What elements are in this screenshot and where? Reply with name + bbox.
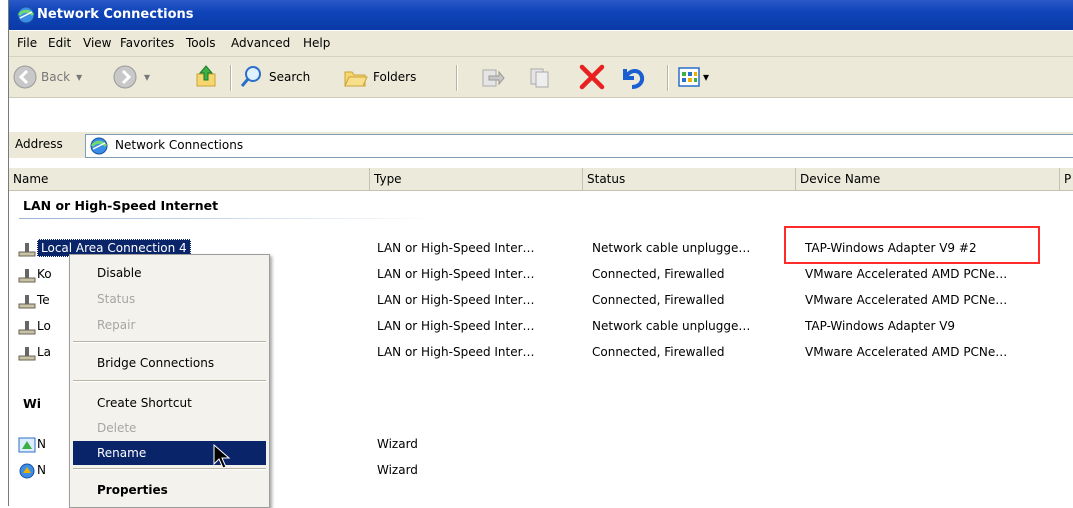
context-rename[interactable]: Rename [73,441,266,465]
back-dropdown-icon[interactable]: ▾ [76,70,82,84]
back-button[interactable]: Back ▾ [12,57,82,97]
connection-status: Connected, Firewalled [592,293,725,307]
up-folder-button[interactable] [194,57,220,97]
menu-tools[interactable]: Tools [186,36,216,50]
back-label: Back [41,70,71,84]
connection-type: LAN or High-Speed Inter… [377,267,535,281]
connection-status: Connected, Firewalled [592,345,725,359]
column-type[interactable]: Type [370,168,583,190]
wizard-name: N [37,463,46,477]
context-separator [73,380,266,382]
context-status[interactable]: Status [73,287,266,311]
menu-view[interactable]: View [83,36,111,50]
network-plug-icon [18,269,36,283]
menu-edit[interactable]: Edit [48,36,71,50]
address-bar: Address Network Connections [9,132,1073,158]
title-bar[interactable]: Network Connections [9,0,1073,30]
back-arrow-icon [13,65,37,89]
connection-name: La [37,345,52,359]
connection-device: TAP-Windows Adapter V9 [805,319,956,333]
forward-button[interactable]: ▾ [112,57,150,97]
explorer-window: Network Connections File Edit View Favor… [8,0,1073,508]
context-separator [73,468,266,470]
search-icon [240,66,261,87]
delete-x-icon [579,64,605,90]
group-title-wizard: Wi [23,396,42,411]
network-globe-icon [17,6,35,24]
folders-button[interactable]: Folders [343,57,416,97]
context-delete[interactable]: Delete [73,416,266,440]
folders-label: Folders [373,70,417,84]
menu-advanced[interactable]: Advanced [231,36,290,50]
connection-device: VMware Accelerated AMD PCNe… [805,293,1008,307]
column-name[interactable]: Name [9,168,370,190]
group-title-lan: LAN or High-Speed Internet [23,198,219,213]
address-label: Address [15,137,63,151]
menu-favorites[interactable]: Favorites [120,36,174,50]
delete-button[interactable] [578,57,606,97]
forward-dropdown-icon[interactable]: ▾ [144,70,150,84]
column-status[interactable]: Status [583,168,796,190]
context-disable[interactable]: Disable [73,261,266,285]
undo-button[interactable] [618,57,646,97]
standard-toolbar: Back ▾ ▾ Search Folders ▾ [9,57,1073,98]
context-bridge-connections[interactable]: Bridge Connections [73,351,266,375]
up-folder-icon [196,65,216,87]
network-plug-icon [18,321,36,335]
search-label: Search [269,70,311,84]
highlight-box [784,226,1040,264]
menu-bar: File Edit View Favorites Tools Advanced … [9,31,1073,57]
move-to-icon [482,69,505,87]
address-input[interactable]: Network Connections [85,134,1073,158]
connection-status: Connected, Firewalled [592,267,725,281]
window-title: Network Connections [37,7,194,22]
views-grid-icon [678,67,700,87]
undo-icon [623,69,645,89]
forward-arrow-icon [113,65,137,89]
folders-icon [344,71,368,87]
connection-device: VMware Accelerated AMD PCNe… [805,345,1008,359]
network-setup-wizard-icon [19,463,35,479]
connection-type: LAN or High-Speed Inter… [377,293,535,307]
context-repair[interactable]: Repair [73,313,266,337]
network-plug-icon [18,347,36,361]
views-dropdown-icon[interactable]: ▾ [703,70,709,84]
context-properties[interactable]: Properties [73,478,266,502]
wizard-type: Wizard [377,437,418,451]
copy-to-button[interactable] [528,57,554,97]
menu-file[interactable]: File [17,36,37,50]
connection-type: LAN or High-Speed Inter… [377,345,535,359]
connection-type: LAN or High-Speed Inter… [377,319,535,333]
wizard-name: N [37,437,46,451]
copy-to-icon [530,68,549,88]
column-phone[interactable]: P [1060,168,1073,190]
mouse-pointer-icon [213,444,231,469]
connection-status: Network cable unplugge… [592,319,751,333]
views-button[interactable]: ▾ [677,57,709,97]
connection-status: Network cable unplugge… [592,241,751,255]
connection-device: VMware Accelerated AMD PCNe… [805,267,1008,281]
search-button[interactable]: Search [239,57,310,97]
menu-help[interactable]: Help [303,36,330,50]
group-divider [19,218,439,219]
context-create-shortcut[interactable]: Create Shortcut [73,391,266,415]
connection-name: Lo [37,319,51,333]
column-device-name[interactable]: Device Name [796,168,1060,190]
connection-name: Te [37,293,50,307]
network-plug-icon [18,243,36,257]
connection-type: LAN or High-Speed Inter… [377,241,535,255]
context-menu: Disable Status Repair Bridge Connections… [69,254,270,508]
network-globe-icon [90,137,108,155]
column-header: Name Type Status Device Name P [9,168,1073,191]
network-plug-icon [18,295,36,309]
wizard-type: Wizard [377,463,418,477]
address-value: Network Connections [115,138,244,152]
move-to-button[interactable] [479,57,505,97]
new-connection-wizard-icon [18,437,36,453]
connection-name: Ko [37,267,52,281]
context-separator [73,341,266,343]
